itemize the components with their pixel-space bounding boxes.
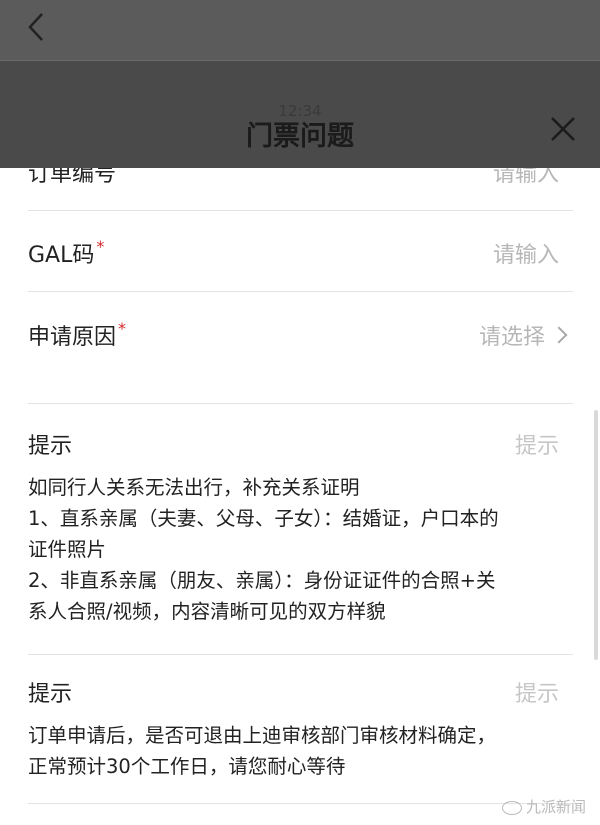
tip-block-refund: 提示 提示 订单申请后，是否可退由上迪审核部门审核材料确定， 正常预计30个工作… bbox=[28, 676, 573, 804]
tip-title: 提示 bbox=[28, 434, 73, 459]
apply-reason-select-text: 请选择 bbox=[478, 325, 545, 350]
scrollbar[interactable] bbox=[594, 410, 598, 660]
gal-code-label: GAL码 * bbox=[28, 237, 104, 269]
watermark: 九派新闻 bbox=[501, 796, 586, 817]
tip-line: 证件照片 bbox=[28, 538, 107, 561]
order-number-input[interactable]: 请输入 bbox=[493, 168, 559, 188]
weibo-icon bbox=[501, 800, 522, 815]
watermark-text: 九派新闻 bbox=[525, 798, 586, 816]
sheet-title: 门票问题 bbox=[246, 121, 354, 152]
tip-line: 2、非直系亲属（朋友、亲属）：身份证证件的合照+关 bbox=[28, 569, 496, 592]
tip-text: 如同行人关系无法出行，补充关系证明 1、直系亲属（夫妻、父母、子女）：结婚证，户… bbox=[28, 472, 499, 627]
tip-line: 正常预计30个工作日，请您耐心等待 bbox=[28, 755, 346, 778]
apply-reason-label: 申请原因 * bbox=[28, 319, 126, 351]
tip-line: 系人合照/视频，内容清晰可见的双方样貌 bbox=[28, 600, 386, 623]
apply-reason-select[interactable]: 请选择 bbox=[478, 319, 568, 351]
tip-line: 订单申请后，是否可退由上迪审核部门审核材料确定， bbox=[28, 724, 497, 747]
chevron-left-icon[interactable] bbox=[22, 10, 52, 44]
gal-code-input[interactable]: 请输入 bbox=[493, 237, 559, 269]
tip-badge: 提示 bbox=[514, 682, 559, 707]
order-number-label: 订单编号 bbox=[28, 168, 117, 187]
chevron-right-icon bbox=[550, 326, 568, 344]
form-sheet: 订单编号 请输入 GAL码 * 请输入 申请原因 * 请选择 提示 提示 如同行人关… bbox=[0, 168, 600, 825]
tip-badge: 提示 bbox=[514, 434, 559, 459]
apply-reason-row[interactable]: 申请原因 * 请选择 bbox=[28, 292, 573, 404]
tip-line: 如同行人关系无法出行，补充关系证明 bbox=[28, 476, 360, 499]
required-marker: * bbox=[118, 319, 127, 338]
app-top-bar bbox=[0, 0, 600, 60]
gal-code-row[interactable]: GAL码 * 请输入 bbox=[28, 210, 573, 292]
tip-title: 提示 bbox=[28, 682, 73, 707]
tip-line: 1、直系亲属（夫妻、父母、子女）：结婚证，户口本的 bbox=[28, 507, 499, 530]
gal-code-label-text: GAL码 bbox=[28, 243, 95, 268]
tip-block-relationship: 提示 提示 如同行人关系无法出行，补充关系证明 1、直系亲属（夫妻、父母、子女）… bbox=[28, 428, 573, 655]
order-number-row[interactable]: 订单编号 请输入 bbox=[28, 168, 573, 211]
close-icon[interactable] bbox=[549, 115, 577, 143]
apply-reason-label-text: 申请原因 bbox=[28, 325, 117, 350]
required-marker: * bbox=[96, 237, 105, 256]
tip-text: 订单申请后，是否可退由上迪审核部门审核材料确定， 正常预计30个工作日，请您耐心… bbox=[28, 720, 496, 782]
